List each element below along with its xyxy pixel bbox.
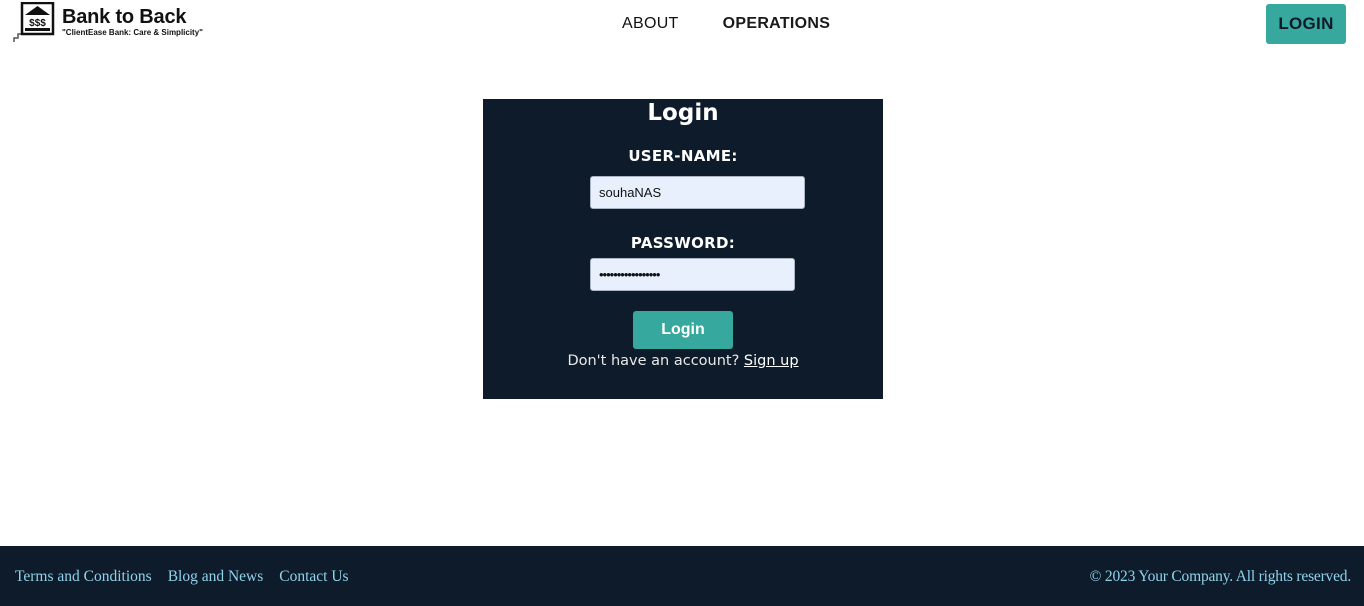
logo[interactable]: $$$ Bank to Back "ClientEase Bank: Care … [12,2,203,42]
footer-link-blog[interactable]: Blog and News [168,568,264,586]
password-input[interactable] [590,258,795,291]
footer-link-contact[interactable]: Contact Us [279,568,348,586]
password-label: PASSWORD: [630,234,736,252]
login-card: Login USER-NAME: PASSWORD: Login Don't h… [483,99,883,399]
footer: Terms and Conditions Blog and News Conta… [0,546,1364,606]
footer-link-terms[interactable]: Terms and Conditions [15,568,152,586]
login-submit-button[interactable]: Login [633,311,733,349]
nav-link-about[interactable]: ABOUT [622,15,679,33]
copyright-text: © 2023 Your Company. All rights reserved… [1089,568,1352,585]
login-title: Login [647,100,719,126]
signup-prompt: Don't have an account? [567,353,740,369]
logo-tagline: "ClientEase Bank: Care & Simplicity" [62,28,203,37]
svg-text:$$$: $$$ [29,18,46,29]
username-label: USER-NAME: [628,147,738,165]
signup-row: Don't have an account? Sign up [483,353,883,369]
bank-building-icon: $$$ [12,2,56,44]
logo-title: Bank to Back [62,6,187,28]
username-input[interactable] [590,176,805,209]
footer-links: Terms and Conditions Blog and News Conta… [15,568,365,586]
signup-link[interactable]: Sign up [744,353,799,369]
main-nav: ABOUT OPERATIONS [622,15,830,33]
header-login-button[interactable]: LOGIN [1266,4,1346,44]
nav-link-operations[interactable]: OPERATIONS [723,15,831,33]
